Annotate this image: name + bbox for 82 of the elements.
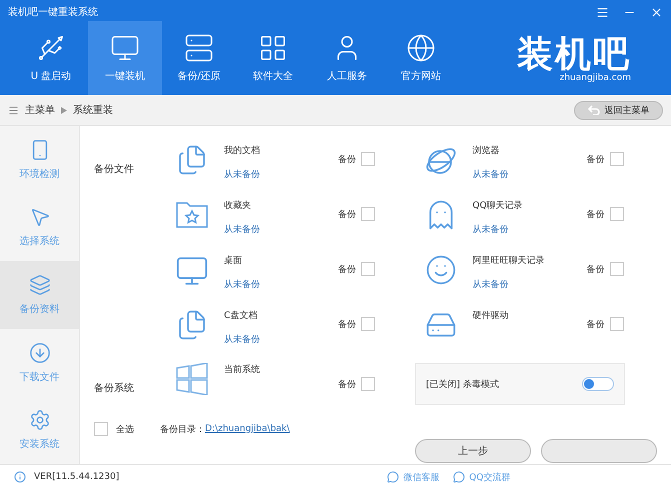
item-name: 硬件驱动 <box>472 310 510 322</box>
item-name: 浏览器 <box>472 144 500 157</box>
checkbox-label: 备份 <box>586 154 604 166</box>
backup-status: 从未备份 <box>472 278 510 291</box>
window-title: 装机吧一键重装系统 <box>8 6 99 19</box>
layers-icon <box>28 274 50 296</box>
info-icon <box>14 471 26 483</box>
backup-status: 从未备份 <box>224 224 261 236</box>
item-name: 阿里旺旺聊天记录 <box>472 254 546 267</box>
usb-icon <box>36 33 66 63</box>
checkbox[interactable] <box>361 377 375 391</box>
section-label: 备份文件 <box>94 162 135 177</box>
breadcrumb-item[interactable]: 系统重装 <box>73 103 113 117</box>
checkbox[interactable] <box>361 207 375 221</box>
step-button[interactable] <box>541 439 657 463</box>
directory-label: 备份目录： <box>160 424 205 436</box>
sidebar-item[interactable]: 选择系统 <box>0 194 79 262</box>
checkbox[interactable] <box>94 422 108 436</box>
footer-link[interactable]: QQ交流群 <box>453 470 510 484</box>
sidebar-item[interactable]: 环境检测 <box>0 126 79 194</box>
checkbox-label: 备份 <box>586 264 604 276</box>
nav-tab[interactable]: 一键装机 <box>88 21 162 95</box>
checkbox[interactable] <box>610 207 624 221</box>
nav-tab[interactable]: U 盘启动 <box>14 21 88 95</box>
list-icon <box>8 104 19 116</box>
windows-icon <box>175 363 209 395</box>
documents-icon <box>176 144 208 176</box>
item-name: C盘文档 <box>224 310 258 322</box>
backup-status: 从未备份 <box>472 224 510 236</box>
nav-tab[interactable]: 人工服务 <box>310 21 384 95</box>
close-icon[interactable] <box>650 6 663 18</box>
checkbox[interactable] <box>610 317 624 331</box>
nav-tab[interactable]: 备份/还原 <box>162 21 236 95</box>
section-label: 备份系统 <box>94 382 135 396</box>
chat-icon <box>453 471 466 483</box>
checkbox-label: 备份 <box>338 378 356 390</box>
logo-text: 装机吧 <box>517 36 631 72</box>
item-name: QQ聊天记录 <box>472 200 524 212</box>
version-text: VER[11.5.44.1230] <box>34 472 120 482</box>
footer-link[interactable]: 微信客服 <box>387 470 440 484</box>
documents-icon <box>176 309 208 341</box>
item-name: 我的文档 <box>224 144 261 157</box>
triangle-icon <box>61 106 67 114</box>
server-icon <box>184 33 214 63</box>
return-icon <box>588 105 600 115</box>
checkbox-label: 备份 <box>586 318 604 330</box>
checkbox-label: 备份 <box>338 318 356 330</box>
checkbox[interactable] <box>361 152 375 166</box>
nav-tab[interactable]: 软件大全 <box>236 21 310 95</box>
globe-icon <box>406 33 436 63</box>
sidebar-item[interactable]: 安装系统 <box>0 396 79 464</box>
directory-link[interactable]: D:\zhuangjiba\bak\ <box>205 424 290 434</box>
backup-status: 从未备份 <box>224 334 261 346</box>
logo-url: zhuangjiba.com <box>560 72 631 82</box>
item-name: 当前系统 <box>224 364 261 376</box>
download-icon <box>28 342 50 364</box>
backup-status: 从未备份 <box>224 278 261 291</box>
computer-icon <box>110 33 140 63</box>
breadcrumb-item[interactable]: 主菜单 <box>25 103 55 117</box>
item-name: 桌面 <box>224 254 243 267</box>
toggle-switch[interactable] <box>582 377 614 391</box>
item-name: 收藏夹 <box>224 200 252 212</box>
antivirus-label: [已关闭] 杀毒模式 <box>426 378 500 390</box>
checkbox-label: 备份 <box>338 264 356 276</box>
menu-icon[interactable] <box>596 6 609 18</box>
checkbox-label: 备份 <box>586 208 604 220</box>
previous-button[interactable]: 上一步 <box>415 439 531 463</box>
checkbox[interactable] <box>610 262 624 276</box>
checkbox-label: 备份 <box>338 154 356 166</box>
back-button[interactable]: 返回主菜单 <box>574 100 663 120</box>
checkbox-label: 全选 <box>116 424 134 436</box>
backup-status: 从未备份 <box>472 168 510 181</box>
checkbox[interactable] <box>610 152 624 166</box>
backup-status: 从未备份 <box>224 168 261 181</box>
nav-tab[interactable]: 官方网站 <box>384 21 458 95</box>
settings-icon <box>28 409 50 432</box>
grid-icon <box>258 33 288 63</box>
checkbox[interactable] <box>361 262 375 276</box>
checkbox[interactable] <box>361 317 375 331</box>
sidebar-item[interactable]: 下载文件 <box>0 328 79 396</box>
chat-icon <box>387 471 400 483</box>
checkbox-label: 备份 <box>338 208 356 220</box>
